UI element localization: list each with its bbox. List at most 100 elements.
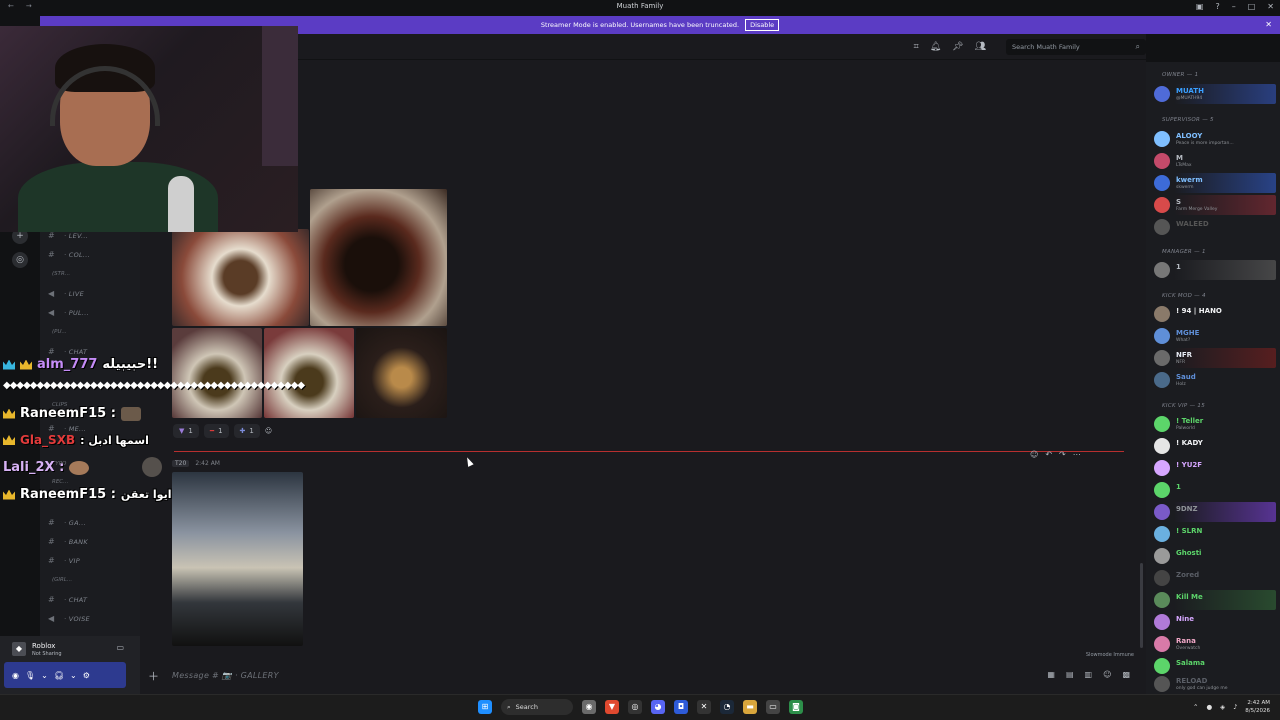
windows-taskbar: ⊞ ⌕ Search ◉ ▼ ◎ ◕ ◘ ✕ ◔ ▬ ▭ ◙ ⌃ ● ◈ ♪ 2:… [0, 694, 1280, 720]
member-item[interactable]: NFR NFR [1154, 348, 1276, 368]
chat-scrollbar[interactable] [1140, 563, 1143, 648]
member-list-icon[interactable]: 👥︎ [975, 42, 986, 52]
settings-gear-icon[interactable]: ⚙ [83, 671, 90, 680]
avatar [1154, 197, 1170, 213]
chevron-down-icon[interactable]: ⌄ [70, 671, 77, 680]
gift-icon[interactable]: ▦ [1047, 670, 1055, 679]
emoji-reaction-icon[interactable]: ☺ [1030, 450, 1038, 459]
category-stream[interactable]: (STR... [52, 271, 70, 277]
sticker-icon[interactable]: ▥ [1085, 670, 1093, 679]
channel-ga[interactable]: # · GA... [48, 518, 86, 527]
member-item[interactable]: S Farm Merge Valley [1154, 195, 1276, 215]
avatar [1154, 438, 1170, 454]
member-item[interactable]: 1 [1154, 260, 1276, 280]
member-item[interactable]: RELOAD only god can judge me [1154, 674, 1276, 694]
chevron-up-icon[interactable]: ⌃ [1193, 703, 1198, 711]
gif-icon[interactable]: ▤ [1066, 670, 1074, 679]
member-item[interactable]: 1 [1154, 480, 1276, 500]
channel-pul[interactable]: ◀ · PUL... [48, 308, 89, 317]
help-icon[interactable]: ? [1215, 2, 1219, 11]
capcut-icon[interactable]: ✕ [697, 700, 711, 714]
member-item[interactable]: Saud Holz [1154, 370, 1276, 390]
attachment-image[interactable] [172, 229, 309, 326]
member-item[interactable]: kwerm skwerm [1154, 173, 1276, 193]
member-item[interactable]: ! KADY [1154, 436, 1276, 456]
steam-icon[interactable]: ◔ [720, 700, 734, 714]
member-item[interactable]: ! YU2F [1154, 458, 1276, 478]
member-item[interactable]: WALEED [1154, 217, 1276, 237]
file-explorer-icon[interactable]: ▬ [743, 700, 757, 714]
channel-girls-chat[interactable]: # · CHAT [48, 595, 87, 604]
reply-icon[interactable]: ↶ [1045, 450, 1052, 459]
system-tray: ⌃ ● ◈ ♪ 2:42 AM 8/5/2026 [1193, 699, 1270, 715]
maximize-icon[interactable]: □ [1248, 2, 1256, 11]
member-item[interactable]: MGHE What? [1154, 326, 1276, 346]
widgets-icon[interactable]: ◉ [582, 700, 596, 714]
network-icon[interactable]: ◈ [1220, 703, 1225, 711]
threads-icon[interactable]: ⌗ [914, 42, 919, 52]
activity-card[interactable]: ◆ Roblox Not Sharing ▭ [12, 640, 124, 660]
discord-icon[interactable]: ◕ [651, 700, 665, 714]
member-item[interactable]: M LTsMax [1154, 151, 1276, 171]
start-icon[interactable]: ⊞ [478, 700, 492, 714]
attach-plus-icon[interactable]: ＋ [148, 668, 159, 684]
brave-icon[interactable]: ▼ [605, 700, 619, 714]
emoji-icon[interactable]: ☺ [1103, 670, 1111, 679]
channel-col[interactable]: # · COL... [48, 250, 90, 259]
channel-voise[interactable]: ◀ · VOISE [48, 614, 90, 623]
microphone-icon[interactable]: 🎙︎ [25, 671, 35, 680]
chevron-down-icon[interactable]: ⌄ [41, 671, 48, 680]
member-item[interactable]: Kill Me [1154, 590, 1276, 610]
member-item[interactable]: MUATH @MUATH94 [1154, 84, 1276, 104]
app-icon[interactable]: ◘ [674, 700, 688, 714]
channel-vip[interactable]: # · VIP [48, 556, 80, 565]
member-item[interactable]: ! 94 | HANO [1154, 304, 1276, 324]
discover-icon[interactable]: ◎ [12, 252, 28, 268]
avatar [1154, 328, 1170, 344]
member-name: ! SLRN [1176, 527, 1203, 535]
forward-message-icon[interactable]: ↷ [1059, 450, 1066, 459]
member-item[interactable]: Rana Overwatch [1154, 634, 1276, 654]
attachment-image[interactable] [310, 189, 447, 326]
member-item[interactable]: Ghosti [1154, 546, 1276, 566]
chrome-icon[interactable]: ◎ [628, 700, 642, 714]
tray-app-icon[interactable]: ● [1206, 703, 1212, 711]
close-window-icon[interactable]: ✕ [1267, 2, 1274, 11]
member-item[interactable]: ALOOY Peace is more importan... [1154, 129, 1276, 149]
member-name: 9DNZ [1176, 505, 1198, 513]
member-name: kwerm [1176, 176, 1203, 184]
search-input[interactable]: Search Muath Family ⌕ [1006, 39, 1146, 55]
speaker-icon: ◀ [48, 614, 55, 623]
taskbar-search[interactable]: ⌕ Search [501, 699, 573, 715]
member-name: Rana [1176, 637, 1196, 645]
member-item[interactable]: Nine [1154, 612, 1276, 632]
channel-lev[interactable]: # · LEV... [48, 231, 88, 240]
clock[interactable]: 2:42 AM 8/5/2026 [1245, 699, 1270, 715]
channel-bank[interactable]: # · BANK [48, 537, 88, 546]
member-item[interactable]: ! SLRN [1154, 524, 1276, 544]
stream-icon[interactable]: ▭ [116, 643, 124, 652]
headphones-icon[interactable]: 🎧︎ [54, 671, 64, 680]
disable-streamer-mode-button[interactable]: Disable [745, 19, 780, 31]
member-item[interactable]: Salama [1154, 656, 1276, 676]
member-item[interactable]: 9DNZ [1154, 502, 1276, 522]
channel-live[interactable]: ◀ · LIVE [48, 289, 84, 298]
inbox-icon[interactable]: ▣ [1196, 2, 1204, 11]
role-header: MANAGER — 1 [1162, 249, 1206, 255]
member-item[interactable]: Zored [1154, 568, 1276, 588]
xbox-icon[interactable]: ◙ [789, 700, 803, 714]
message-input[interactable]: Message # 📷 · GALLERY [172, 671, 279, 680]
avatar[interactable]: ◉ [12, 671, 19, 680]
avatar [1154, 416, 1170, 432]
close-banner-icon[interactable]: ✕ [1265, 20, 1272, 29]
apps-icon[interactable]: ▩ [1122, 670, 1130, 679]
terminal-icon[interactable]: ▭ [766, 700, 780, 714]
category-pu[interactable]: (PU... [52, 329, 67, 335]
member-item[interactable]: ! Teller Palworld [1154, 414, 1276, 434]
pin-icon[interactable]: 📌︎ [952, 42, 963, 52]
minimize-icon[interactable]: – [1232, 2, 1236, 11]
more-icon[interactable]: ⋯ [1073, 450, 1081, 459]
notifications-icon[interactable]: 🔔︎ [930, 42, 941, 52]
category-girls[interactable]: (GIRL... [52, 577, 72, 583]
volume-icon[interactable]: ♪ [1233, 703, 1237, 711]
